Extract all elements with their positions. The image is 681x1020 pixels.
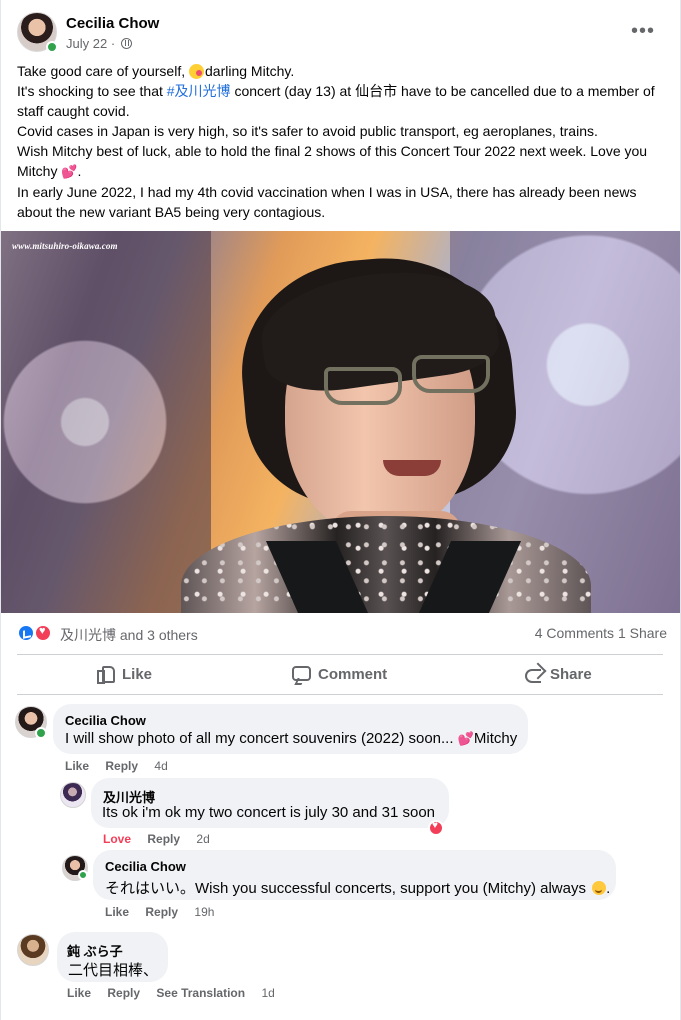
comment-author[interactable]: 鈍 ぶら子 <box>67 941 123 960</box>
photo-watermark: www.mitsuhiro-oikawa.com <box>12 241 118 251</box>
reply-text: それはいい。Wish you successful concerts, supp… <box>105 877 610 898</box>
post-text: Take good care of yourself, darling Mitc… <box>17 61 667 222</box>
comment-like-button[interactable]: Like <box>65 759 89 773</box>
two-hearts-emoji-icon: 💕 <box>457 731 474 746</box>
comment-text-segment: I will show photo of all my concert souv… <box>65 730 458 747</box>
comment-bubble: 鈍 ぶら子 二代目相棒、 <box>57 932 168 982</box>
post-paragraph: It's shocking to see that #及川光博 concert … <box>17 81 667 121</box>
online-status-icon <box>35 727 47 739</box>
bottom-divider <box>17 694 663 695</box>
photo-glasses-left <box>324 367 402 405</box>
post-paragraph: In early June 2022, I had my 4th covid v… <box>17 184 637 220</box>
comment-icon <box>290 663 311 683</box>
comment-text-segment: Mitchy <box>473 730 518 747</box>
reply-text: Its ok i'm ok my two concert is july 30 … <box>102 804 436 821</box>
comment-reply-button[interactable]: Reply <box>105 759 138 773</box>
like-button[interactable]: Like <box>94 663 152 693</box>
online-status-icon <box>46 41 58 53</box>
comment-actions: Like Reply See Translation 1d <box>67 986 288 1000</box>
post-author-name[interactable]: Cecilia Chow <box>66 15 159 32</box>
reply-time[interactable]: 2d <box>196 832 209 846</box>
two-hearts-emoji-icon: 💕 <box>61 164 78 179</box>
top-divider <box>17 654 663 655</box>
love-reaction-icon[interactable] <box>428 820 444 836</box>
like-label: Like <box>122 666 153 683</box>
reply-actions: Love Reply 2d <box>103 832 223 846</box>
reply-love-button[interactable]: Love <box>103 832 131 846</box>
comment-bubble: Cecilia Chow I will show photo of all my… <box>53 704 528 754</box>
reply-reply-button[interactable]: Reply <box>147 832 180 846</box>
comment-count[interactable]: 4 Comments <box>535 625 614 641</box>
reply-reply-button[interactable]: Reply <box>145 905 178 919</box>
comment-time[interactable]: 4d <box>154 759 167 773</box>
photo-mouth <box>383 460 441 476</box>
comment-text: I will show photo of all my concert souv… <box>65 730 517 747</box>
comment-avatar-jun[interactable] <box>17 934 49 966</box>
more-options-icon[interactable]: ••• <box>631 21 655 41</box>
post-paragraph: Take good care of yourself, darling Mitc… <box>17 61 667 81</box>
comment-button[interactable]: Comment <box>290 663 387 693</box>
share-label: Share <box>550 666 592 683</box>
post-meta: July 22 · <box>66 36 132 51</box>
online-status-icon <box>78 870 88 880</box>
comment-author[interactable]: Cecilia Chow <box>65 713 146 728</box>
reaction-summary: 及川光博 and 3 others 4 Comments 1 Share <box>17 624 667 644</box>
comment-actions: Like Reply 4d <box>65 759 181 773</box>
kiss-emoji-icon <box>189 64 204 79</box>
post-header: Cecilia Chow July 22 · ••• <box>17 12 667 56</box>
comment-time[interactable]: 1d <box>261 986 274 1000</box>
share-count[interactable]: 1 Share <box>618 625 667 641</box>
comment-avatar-oikawa[interactable] <box>60 782 86 808</box>
love-reaction-icon <box>34 624 52 642</box>
share-icon <box>522 663 542 683</box>
post-text-segment: . <box>77 163 82 179</box>
reply-bubble: 及川光博 Its ok i'm ok my two concert is jul… <box>91 778 449 828</box>
photo-glasses-right <box>412 355 490 393</box>
facebook-post-card: Cecilia Chow July 22 · ••• Take good car… <box>1 0 680 1020</box>
share-button[interactable]: Share <box>522 663 592 693</box>
post-date[interactable]: July 22 <box>66 36 107 51</box>
comment-text: 二代目相棒、 <box>68 962 159 979</box>
see-translation-button[interactable]: See Translation <box>156 986 245 1000</box>
hashtag-link[interactable]: #及川光博 <box>167 83 231 99</box>
post-paragraph: Covid cases in Japan is very high, so it… <box>17 123 598 139</box>
reply-actions: Like Reply 19h <box>105 905 227 919</box>
reply-bubble: Cecilia Chow それはいい。Wish you successful c… <box>93 850 616 900</box>
post-text-segment: darling Mitchy. <box>205 63 295 79</box>
post-text-segment: Wish Mitchy best of luck, able to hold t… <box>17 143 648 179</box>
post-text-segment: Take good care of yourself, <box>17 63 189 79</box>
reply-author[interactable]: Cecilia Chow <box>105 859 186 874</box>
reaction-names[interactable]: 及川光博 and 3 others <box>60 625 198 645</box>
comment-label: Comment <box>318 666 388 683</box>
reaction-icons[interactable] <box>17 624 55 644</box>
comment-like-button[interactable]: Like <box>67 986 91 1000</box>
globe-icon <box>120 38 132 49</box>
post-actions: Like Comment Share <box>17 663 663 693</box>
reply-text-segment: . <box>606 880 611 897</box>
reply-text-segment: それはいい。Wish you successful concerts, supp… <box>105 880 591 897</box>
comment-reply-button[interactable]: Reply <box>107 986 140 1000</box>
post-text-segment: It's shocking to see that <box>17 83 167 99</box>
date-separator: · <box>110 36 116 51</box>
post-paragraph: Wish Mitchy best of luck, able to hold t… <box>17 141 667 182</box>
photo-background-left <box>1 231 211 613</box>
comment-share-counts: 4 Comments 1 Share <box>535 625 667 641</box>
reply-like-button[interactable]: Like <box>105 905 129 919</box>
smiling-face-emoji-icon <box>592 881 607 895</box>
thumb-up-icon <box>94 663 115 684</box>
post-photo[interactable]: www.mitsuhiro-oikawa.com <box>1 231 680 613</box>
reply-time[interactable]: 19h <box>194 905 214 919</box>
like-reaction-icon <box>17 624 35 642</box>
